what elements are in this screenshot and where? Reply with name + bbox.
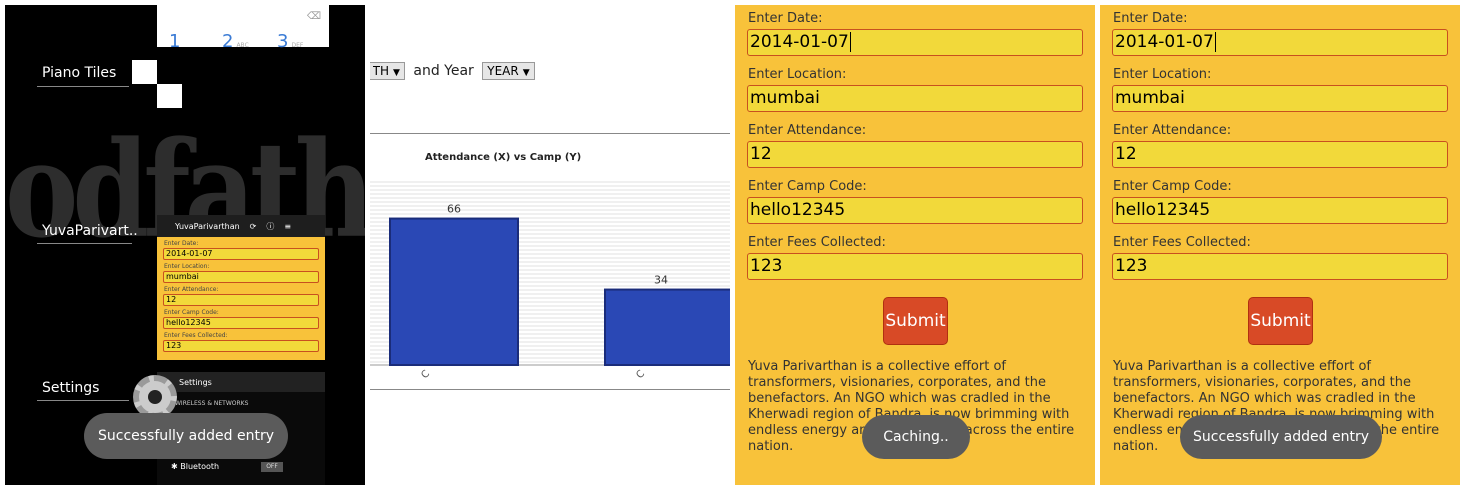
yuvaparivarthan-thumbnail[interactable]: YuvaParivarthan ⟳ ⓘ ≡ Enter Date: 2014-0…	[157, 215, 325, 360]
camp-code-input[interactable]: hello12345	[747, 197, 1083, 224]
key-1: 1	[169, 31, 181, 52]
fees-label: Enter Fees Collected:	[748, 235, 886, 250]
thumb-label: Enter Date:	[164, 240, 199, 247]
year-select[interactable]: YEAR ▼	[482, 62, 535, 80]
bar[interactable]	[389, 217, 519, 367]
bar[interactable]	[604, 288, 730, 366]
attendance-input[interactable]: 12	[1112, 141, 1448, 168]
submit-button[interactable]: Submit	[883, 297, 948, 345]
thumb-field: 2014-01-07	[163, 248, 319, 260]
form-screen-caching: Enter Date: 2014-01-07 Enter Location: mumb…	[735, 5, 1095, 485]
month-select[interactable]: MONTH▼	[370, 62, 405, 80]
thumbnail-title: YuvaParivarthan	[175, 221, 240, 231]
settings-sliders-icon: ≡	[284, 221, 292, 231]
chart-screen: MONTH▼ and Year YEAR▼ Attendance (X) vs …	[370, 5, 730, 485]
refresh-icon: ⟳	[249, 221, 257, 231]
toast-message: Successfully added entry	[84, 413, 288, 459]
fees-input[interactable]: 123	[747, 253, 1083, 280]
settings-thumbnail-bar[interactable]: Settings	[157, 372, 325, 392]
camp-label: Enter Camp Code:	[748, 179, 867, 194]
dialer-keypad-thumbnail[interactable]: ⌫ 1 2 ABC 3 DEF	[157, 5, 329, 52]
attendance-label: Enter Attendance:	[748, 123, 867, 138]
thumb-field: mumbai	[163, 271, 319, 283]
data-label: 66	[447, 203, 461, 216]
divider	[370, 389, 730, 390]
attendance-input[interactable]: 12	[747, 141, 1083, 168]
thumbnail-action-bar: YuvaParivarthan ⟳ ⓘ ≡	[157, 215, 325, 237]
thumb-field: 12	[163, 294, 319, 306]
thumb-label: Enter Camp Code:	[164, 309, 219, 316]
text-cursor	[849, 32, 851, 52]
divider	[370, 133, 730, 134]
submit-button[interactable]: Submit	[1248, 297, 1313, 345]
recent-app-label-settings[interactable]: Settings	[42, 380, 99, 396]
bar-chart: 66 C 34 C	[370, 181, 730, 381]
thumb-label: Enter Attendance:	[164, 286, 219, 293]
fees-label: Enter Fees Collected:	[1113, 235, 1251, 250]
divider	[37, 400, 129, 401]
fees-input[interactable]: 123	[1112, 253, 1448, 280]
location-input[interactable]: mumbai	[1112, 85, 1448, 112]
settings-title: Settings	[179, 377, 212, 387]
recent-apps-screen: odfath ⌫ 1 2 ABC 3 DEF Piano Tiles YuvaPar…	[5, 5, 365, 485]
toast-message: Successfully added entry	[1180, 415, 1382, 459]
piano-tiles-icon[interactable]	[132, 60, 157, 84]
divider	[37, 86, 129, 87]
thumb-field: hello12345	[163, 317, 319, 329]
camp-label: Enter Camp Code:	[1113, 179, 1232, 194]
thumb-field: 123	[163, 340, 319, 352]
date-label: Enter Date:	[748, 11, 823, 26]
text-cursor	[1214, 32, 1216, 52]
category-label: C	[419, 368, 432, 381]
piano-tiles-icon-part	[157, 84, 182, 108]
info-icon: ⓘ	[266, 221, 275, 231]
backspace-icon: ⌫	[306, 11, 321, 22]
section-header: WIRELESS & NETWORKS	[175, 400, 249, 407]
camp-code-input[interactable]: hello12345	[1112, 197, 1448, 224]
chart-title: Attendance (X) vs Camp (Y)	[425, 152, 582, 163]
location-label: Enter Location:	[748, 67, 847, 82]
location-label: Enter Location:	[1113, 67, 1212, 82]
divider	[37, 243, 132, 244]
key-2: 2 ABC	[222, 31, 249, 52]
form-screen-success: Enter Date: 2014-01-07 Enter Location: mumb…	[1100, 5, 1460, 485]
recent-app-label-piano-tiles[interactable]: Piano Tiles	[42, 65, 116, 81]
thumb-label: Enter Fees Collected:	[164, 332, 228, 339]
and-year-label: and Year	[413, 63, 474, 79]
toast-message: Caching..	[862, 415, 970, 459]
data-label: 34	[654, 274, 668, 287]
bluetooth-toggle[interactable]: OFF	[261, 462, 283, 472]
month-year-controls: MONTH▼ and Year YEAR▼	[370, 62, 535, 80]
thumb-label: Enter Location:	[164, 263, 210, 270]
location-input[interactable]: mumbai	[747, 85, 1083, 112]
key-3: 3 DEF	[277, 31, 304, 52]
date-input[interactable]: 2014-01-07	[1112, 29, 1448, 56]
category-label: C	[634, 368, 647, 381]
recent-app-label-yuvaparivarthan[interactable]: YuvaParivart..	[42, 223, 138, 239]
date-label: Enter Date:	[1113, 11, 1188, 26]
date-input[interactable]: 2014-01-07	[747, 29, 1083, 56]
attendance-label: Enter Attendance:	[1113, 123, 1232, 138]
bluetooth-item: ✱ Bluetooth	[171, 462, 220, 471]
